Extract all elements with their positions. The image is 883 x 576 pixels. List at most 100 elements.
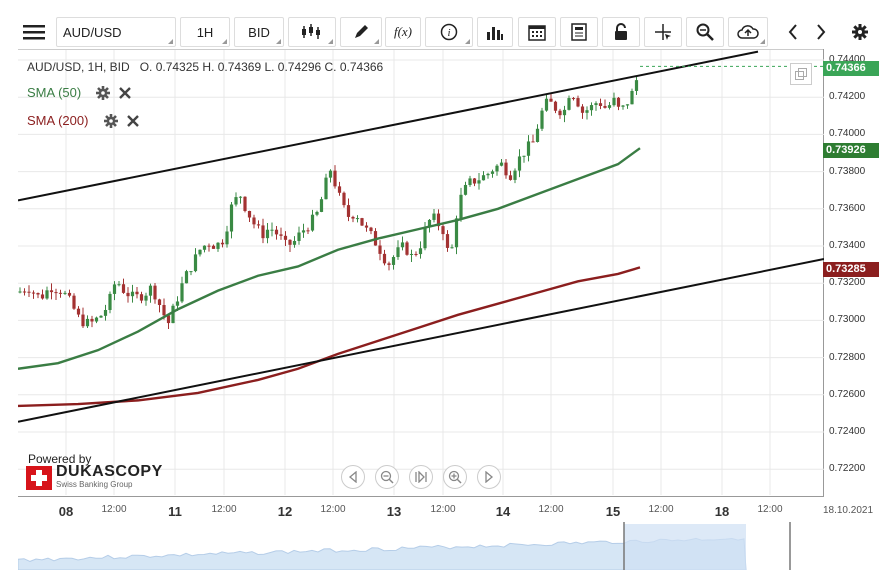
zoom-out-button[interactable]: [375, 465, 399, 489]
news-button[interactable]: [560, 17, 598, 47]
candle-body: [319, 199, 324, 212]
triangle-left-icon: [348, 471, 357, 483]
gear-icon: [852, 24, 868, 40]
sma50-price-value: 0.73926: [826, 144, 866, 156]
candle-body: [72, 295, 76, 309]
candle-body: [562, 109, 567, 116]
candle-body: [508, 175, 513, 180]
time-tick-label: 12:00: [538, 504, 564, 515]
candle-body: [544, 98, 549, 111]
info-button[interactable]: i: [425, 17, 473, 47]
candle-body: [189, 271, 193, 273]
candle-body: [571, 98, 576, 100]
chevron-left-icon: [788, 24, 797, 40]
candle-body: [180, 283, 184, 302]
candle-body: [207, 245, 211, 247]
navigator[interactable]: [18, 520, 824, 570]
instrument-header: AUD/USD, 1H, BID: [27, 60, 130, 74]
function-label: f(x): [393, 24, 413, 39]
sma50-remove-button[interactable]: [118, 86, 132, 105]
candle-body: [99, 315, 103, 318]
menu-button[interactable]: [14, 17, 54, 47]
ohlc-values: O. 0.74325 H. 0.74369 L. 0.74296 C. 0.74…: [139, 60, 384, 74]
candle-body: [157, 299, 162, 306]
candle-body: [117, 284, 121, 286]
legend-sma50: SMA (50): [27, 85, 81, 100]
nav-back-button[interactable]: [341, 465, 365, 489]
time-tick-label: 12:00: [101, 504, 127, 515]
crosshair-icon: [655, 24, 671, 40]
volume-button[interactable]: [477, 17, 513, 47]
crosshair-button[interactable]: [644, 17, 682, 47]
candle-body: [472, 178, 477, 184]
candle-body: [18, 291, 22, 293]
candle-body: [580, 106, 585, 113]
swiss-cross-icon: [26, 466, 52, 490]
candle-body: [603, 105, 607, 108]
price-side-select[interactable]: BID: [234, 17, 284, 47]
sma200-remove-button[interactable]: [126, 114, 140, 133]
time-tick-label: 12:00: [648, 504, 674, 515]
candle-body: [261, 225, 265, 239]
lock-button[interactable]: [602, 17, 640, 47]
candle-body: [531, 141, 535, 143]
candle-body: [364, 225, 369, 228]
candle-body: [126, 292, 130, 297]
candle-body: [247, 210, 252, 218]
candle-body: [630, 90, 634, 105]
candle-body: [40, 294, 45, 299]
candle-body: [598, 103, 603, 106]
gear-icon: [104, 114, 118, 128]
settings-button[interactable]: [846, 17, 874, 47]
brand-tagline: Swiss Banking Group: [56, 480, 133, 489]
time-tick-label: 12:00: [757, 504, 783, 515]
candle-body: [522, 155, 526, 157]
sma50-settings-button[interactable]: [95, 85, 111, 106]
nav-forward-button[interactable]: [477, 465, 501, 489]
calendar-icon: [528, 25, 546, 41]
upload-button[interactable]: [728, 17, 768, 47]
navigator-window[interactable]: [624, 524, 746, 570]
chart-type-button[interactable]: [288, 17, 336, 47]
candle-body: [459, 194, 463, 219]
candle-body: [616, 97, 621, 107]
candle-body: [198, 249, 202, 255]
candle-body: [441, 226, 445, 235]
draw-tool-button[interactable]: [340, 17, 382, 47]
indicators-button[interactable]: f(x): [385, 17, 421, 47]
candle-body: [184, 271, 189, 284]
symbol-select[interactable]: AUD/USD: [56, 17, 176, 47]
candle-body: [58, 292, 63, 294]
candle-body: [153, 285, 157, 300]
candle-body: [171, 305, 175, 324]
candle-body: [256, 224, 261, 226]
candle-body: [400, 242, 405, 248]
zoom-out-icon: [380, 470, 394, 484]
candle-body: [108, 293, 112, 310]
scroll-left-button[interactable]: [780, 17, 806, 47]
candle-body: [76, 308, 81, 315]
candle-body: [526, 141, 531, 156]
candle-body: [144, 295, 148, 301]
candle-body: [387, 263, 391, 265]
reset-view-button[interactable]: [409, 465, 433, 489]
bar-chart-icon: [487, 27, 503, 40]
maximize-button[interactable]: [790, 63, 812, 85]
candle-body: [333, 170, 337, 187]
candle-body: [612, 97, 616, 106]
candle-body: [243, 196, 247, 211]
candle-body: [486, 173, 490, 176]
calendar-button[interactable]: [518, 17, 556, 47]
candle-body: [594, 103, 598, 106]
time-tick-label: 12: [277, 504, 293, 519]
sma200-settings-button[interactable]: [103, 113, 119, 134]
scroll-right-button[interactable]: [808, 17, 834, 47]
zoom-in-button[interactable]: [443, 465, 467, 489]
zoom-button[interactable]: [686, 17, 724, 47]
candle-body: [342, 192, 346, 206]
candle-body: [94, 317, 99, 322]
document-icon: [571, 23, 587, 41]
timeframe-select[interactable]: 1H: [180, 17, 230, 47]
price-side-label: BID: [248, 24, 270, 40]
candle-body: [22, 291, 27, 293]
